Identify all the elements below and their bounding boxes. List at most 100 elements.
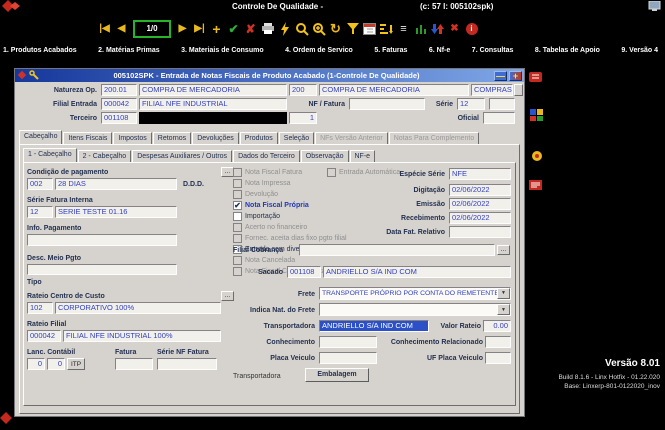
checkbox-nota-fiscal-fatura[interactable]: Nota Fiscal Fatura (233, 168, 302, 177)
zoom-search-icon[interactable] (310, 20, 327, 38)
checkbox-devolucao[interactable]: Devolução (233, 190, 278, 199)
desktop-icon-1[interactable] (528, 70, 543, 89)
filial-cobranca-field[interactable] (299, 244, 495, 256)
new-record-icon[interactable]: + (208, 20, 225, 38)
info-pagamento-field[interactable] (27, 234, 177, 246)
menu-materias-primas[interactable]: 2. Matérias Primas (98, 47, 159, 54)
calendar-icon[interactable] (361, 20, 378, 38)
rateio-cc-desc-field[interactable]: CORPORATIVO 100% (55, 302, 221, 314)
indica-nat-frete-select[interactable]: ▼ (319, 303, 511, 316)
menu-nfe[interactable]: 6. Nf-e (429, 47, 450, 54)
recebimento-field[interactable]: 02/06/2022 (449, 212, 511, 224)
rateio-filial-code-field[interactable]: 000042 (27, 330, 61, 342)
minimize-button[interactable]: — (494, 71, 507, 81)
itp-button[interactable]: ITP (67, 358, 85, 370)
filial-code-field[interactable]: 000042 (101, 98, 137, 110)
lanc-contabil-field-2[interactable]: 0 (47, 358, 65, 370)
refresh-icon[interactable]: ↻ (327, 20, 344, 38)
conhecimento-relacionado-field[interactable] (485, 336, 511, 348)
columns-chart-icon[interactable] (412, 20, 429, 38)
serie-fatura-desc-field[interactable]: SERIE TESTE 01.16 (55, 206, 177, 218)
sacado-name-field[interactable]: ANDRIELLO S/A IND COM (323, 266, 511, 278)
serie-nf-fatura-field[interactable] (157, 358, 217, 370)
data-fat-relativo-field[interactable] (449, 226, 511, 238)
terceiro-code-field[interactable]: 001108 (101, 112, 137, 124)
search-icon[interactable] (293, 20, 310, 38)
transportadora-field[interactable]: ANDRIELLO S/A IND COM (319, 320, 429, 332)
natureza-lookup-button[interactable] (514, 84, 523, 96)
next-record-icon[interactable]: ▶ (174, 20, 191, 38)
menu-tabelas-apoio[interactable]: 8. Tabelas de Apoio (535, 47, 600, 54)
checkbox-importacao[interactable]: Importação (233, 212, 280, 221)
previous-record-icon[interactable]: ◀ (113, 20, 130, 38)
desktop-icon-4[interactable] (528, 178, 543, 197)
desc-meio-pgto-field[interactable] (27, 264, 177, 275)
checkbox-acerto-financeiro[interactable]: Acerto no financeiro (233, 223, 307, 232)
filter-icon[interactable] (344, 20, 361, 38)
tab-cabecalho[interactable]: Cabeçalho (19, 130, 62, 145)
serie-aux-field[interactable] (489, 98, 515, 110)
subtab-1-cabecalho[interactable]: 1 - Cabeçalho (23, 148, 77, 163)
document-lines-icon[interactable]: ≡ (395, 20, 412, 38)
cond-pagamento-desc-field[interactable]: 28 DIAS (55, 178, 177, 190)
natureza-code-field[interactable]: 200.01 (101, 84, 137, 96)
lanc-contabil-field-1[interactable]: 0 (27, 358, 45, 370)
emissao-field[interactable]: 02/06/2022 (449, 198, 511, 210)
menu-faturas[interactable]: 5. Faturas (374, 47, 407, 54)
desktop-icon-5[interactable] (0, 412, 13, 430)
frete-label: Frete (267, 290, 315, 299)
checkbox-fornec-dias-fixo[interactable]: Fornec. aceita dias fixo pgto filial (233, 234, 347, 243)
uf-placa-veiculo-field[interactable] (485, 352, 511, 364)
menu-produtos-acabados[interactable]: 1. Produtos Acabados (3, 47, 77, 54)
frete-select[interactable]: TRANSPORTE PRÓPRIO POR CONTA DO REMETENT… (319, 287, 511, 300)
natureza-desc2-field[interactable]: COMPRA DE MERCADORIA (319, 84, 469, 96)
menu-versao[interactable]: 9. Versão 4 (621, 47, 658, 54)
window-titlebar[interactable]: 005102SPK - Entrada de Notas Fiscais de … (15, 69, 524, 82)
rateio-cc-code-field[interactable]: 102 (27, 302, 53, 314)
desktop-icon-3[interactable] (530, 150, 544, 168)
checkbox-nota-impressa[interactable]: Nota Impressa (233, 179, 291, 188)
serie-fatura-code-field[interactable]: 12 (27, 206, 53, 218)
info-icon[interactable]: i (463, 20, 480, 38)
desktop-icon-2[interactable] (529, 108, 544, 127)
nf-fatura-field[interactable] (349, 98, 425, 110)
terceiro-name-field-redacted[interactable] (139, 112, 287, 124)
cancel-icon[interactable]: ✘ (242, 20, 259, 38)
menu-ordem-servico[interactable]: 4. Ordem de Servico (285, 47, 353, 54)
placa-veiculo-field[interactable] (319, 352, 377, 364)
last-record-icon[interactable]: ▶| (191, 20, 208, 38)
filial-desc-field[interactable]: FILIAL NFE INDUSTRIAL (139, 98, 287, 110)
especie-serie-field[interactable]: NFE (449, 168, 511, 180)
natureza-code2-field[interactable]: 200 (289, 84, 317, 96)
print-icon[interactable] (259, 20, 276, 38)
oficial-field[interactable] (483, 112, 515, 124)
cond-pagamento-code-field[interactable]: 002 (27, 178, 53, 190)
app-titlebar[interactable]: Controle De Qualidade - (c: 57 l: 005102… (0, 0, 665, 13)
embalagem-button[interactable]: Embalagem (305, 368, 369, 382)
natureza-tipo-field[interactable]: COMPRAS (471, 84, 513, 96)
first-record-icon[interactable]: |◀ (96, 20, 113, 38)
digitacao-field[interactable]: 02/06/2022 (449, 184, 511, 196)
confirm-icon[interactable]: ✔ (225, 20, 242, 38)
chevron-down-icon[interactable]: ▼ (497, 288, 510, 299)
terceiro-seq-field[interactable]: 1 (289, 112, 317, 124)
delete-icon[interactable]: ✖ (446, 20, 463, 38)
transfer-arrows-icon[interactable] (429, 20, 446, 38)
filial-cobranca-lookup-button[interactable]: ... (497, 245, 510, 255)
rateio-cc-lookup-button[interactable]: ... (221, 291, 234, 301)
close-button[interactable]: + (509, 71, 522, 81)
rateio-filial-desc-field[interactable]: FILIAL NFE INDUSTRIAL 100% (63, 330, 221, 342)
menu-consultas[interactable]: 7. Consultas (472, 47, 514, 54)
natureza-desc-field[interactable]: COMPRA DE MERCADORIA (139, 84, 287, 96)
sacado-code-field[interactable]: 001108 (287, 266, 321, 278)
serie-field[interactable]: 12 (457, 98, 485, 110)
checkbox-nota-fiscal-propria[interactable]: ✔Nota Fiscal Própria (233, 201, 309, 210)
checkbox-nota-cancelada[interactable]: Nota Cancelada (233, 256, 295, 265)
chevron-down-icon[interactable]: ▼ (497, 304, 510, 315)
valor-rateio-field[interactable]: 0.00 (483, 320, 511, 332)
bolt-icon[interactable] (276, 20, 293, 38)
conhecimento-field[interactable] (319, 336, 377, 348)
menu-materiais-consumo[interactable]: 3. Materiais de Consumo (181, 47, 263, 54)
fatura-field[interactable] (115, 358, 153, 370)
sort-icon[interactable] (378, 20, 395, 38)
